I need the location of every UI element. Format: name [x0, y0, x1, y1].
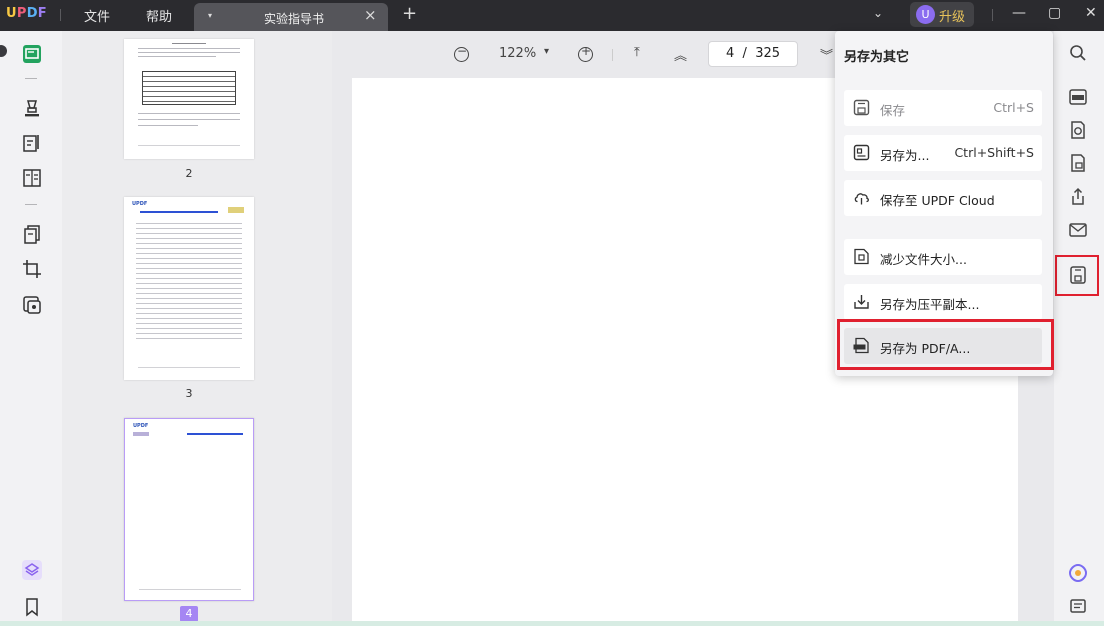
ocr-icon[interactable] [1068, 87, 1088, 107]
zoom-level[interactable]: 122% [499, 46, 536, 61]
search-icon[interactable] [1068, 43, 1088, 63]
document-tab[interactable]: ▾ 实验指导书 × [194, 3, 388, 31]
thumbnail-page-number: 3 [185, 387, 193, 400]
layers-icon[interactable] [22, 560, 42, 580]
thumbnail-page-3[interactable]: UPDF [124, 197, 254, 380]
ai-assistant-icon[interactable] [1068, 563, 1088, 583]
thumbnail-panel: 2 UPDF 3 UPDF 4 [62, 31, 332, 622]
organize-pages-icon[interactable] [22, 224, 42, 244]
pdfa-highlight [837, 319, 1054, 370]
menu-file[interactable]: 文件 [84, 6, 110, 25]
left-tool-rail [0, 31, 62, 626]
share-icon[interactable] [1068, 187, 1088, 207]
toc-lines [136, 219, 242, 341]
highlighter-icon[interactable] [22, 98, 42, 118]
collapse-handle[interactable] [0, 45, 7, 57]
menu-item-save-to-cloud[interactable]: 保存至 UPDF Cloud [844, 180, 1042, 216]
previous-page-icon[interactable]: ︽ [674, 45, 687, 64]
menu-title: 另存为其它 [844, 50, 910, 65]
zoom-out-button[interactable]: − [454, 44, 469, 62]
status-strip [0, 621, 1104, 626]
next-page-icon[interactable]: ︾ [820, 45, 833, 64]
menu-item-flatten[interactable]: 另存为压平副本... [844, 284, 1042, 320]
bookmark-icon[interactable] [22, 597, 42, 617]
title-bar: UPDF 文件 帮助 ▾ 实验指导书 × + ⌄ U 升级 — ▢ ✕ [0, 0, 1104, 31]
tab-list-chevron-icon[interactable]: ⌄ [873, 6, 883, 20]
upgrade-button[interactable]: U 升级 [910, 2, 974, 27]
thumbnail-page-4[interactable]: UPDF [124, 418, 254, 601]
new-tab-button[interactable]: + [402, 3, 417, 24]
thumbnail-page-2[interactable] [124, 39, 254, 159]
maximize-icon[interactable]: ▢ [1048, 5, 1061, 21]
save-icon [853, 99, 870, 116]
convert-icon[interactable] [1068, 120, 1088, 140]
page-number-input[interactable]: 4 / 325 [708, 41, 798, 67]
crop-icon[interactable] [22, 259, 42, 279]
save-as-icon [853, 144, 870, 161]
save-as-other-highlight [1055, 255, 1099, 296]
avatar[interactable]: U [916, 5, 935, 24]
tab-close-icon[interactable]: × [364, 6, 377, 24]
right-tool-rail [1054, 31, 1104, 621]
thumbnail-table [142, 71, 236, 105]
toolbar-divider [612, 49, 613, 61]
zoom-dropdown-icon[interactable]: ▾ [544, 46, 549, 57]
rail-divider [25, 78, 37, 79]
close-window-icon[interactable]: ✕ [1085, 5, 1097, 21]
cloud-icon [854, 193, 869, 205]
menu-item-save[interactable]: 保存 Ctrl+S [844, 90, 1042, 126]
form-icon[interactable] [22, 168, 42, 188]
menu-item-save-as[interactable]: 另存为... Ctrl+Shift+S [844, 135, 1042, 171]
zoom-in-button[interactable]: + [578, 44, 593, 62]
edit-text-icon[interactable] [22, 133, 42, 153]
redact-icon[interactable] [22, 295, 42, 315]
minimize-icon[interactable]: — [1012, 5, 1026, 21]
menu-help[interactable]: 帮助 [146, 6, 172, 25]
thumbnail-page-number-selected: 4 [124, 606, 254, 622]
updf-logo[interactable]: UPDF [6, 6, 47, 21]
tab-title: 实验指导书 [264, 12, 325, 26]
thumbnail-logo: UPDF [133, 423, 149, 429]
rail-divider [25, 204, 37, 205]
menu-item-reduce-size[interactable]: 减少文件大小... [844, 239, 1042, 275]
flatten-icon [854, 295, 869, 309]
first-page-icon[interactable]: ⤒ [634, 45, 640, 60]
email-icon[interactable] [1068, 220, 1088, 240]
reader-mode-icon[interactable] [22, 44, 42, 64]
tab-menu-icon[interactable]: ▾ [208, 11, 212, 20]
titlebar-divider [60, 9, 61, 21]
thumbnail-page-number: 2 [185, 167, 193, 180]
thumbnail-logo: UPDF [132, 201, 148, 207]
protect-icon[interactable] [1068, 153, 1088, 173]
titlebar-divider [992, 9, 993, 21]
compress-icon [854, 248, 869, 265]
comment-icon[interactable] [1068, 597, 1088, 617]
upgrade-label: 升级 [939, 10, 966, 25]
